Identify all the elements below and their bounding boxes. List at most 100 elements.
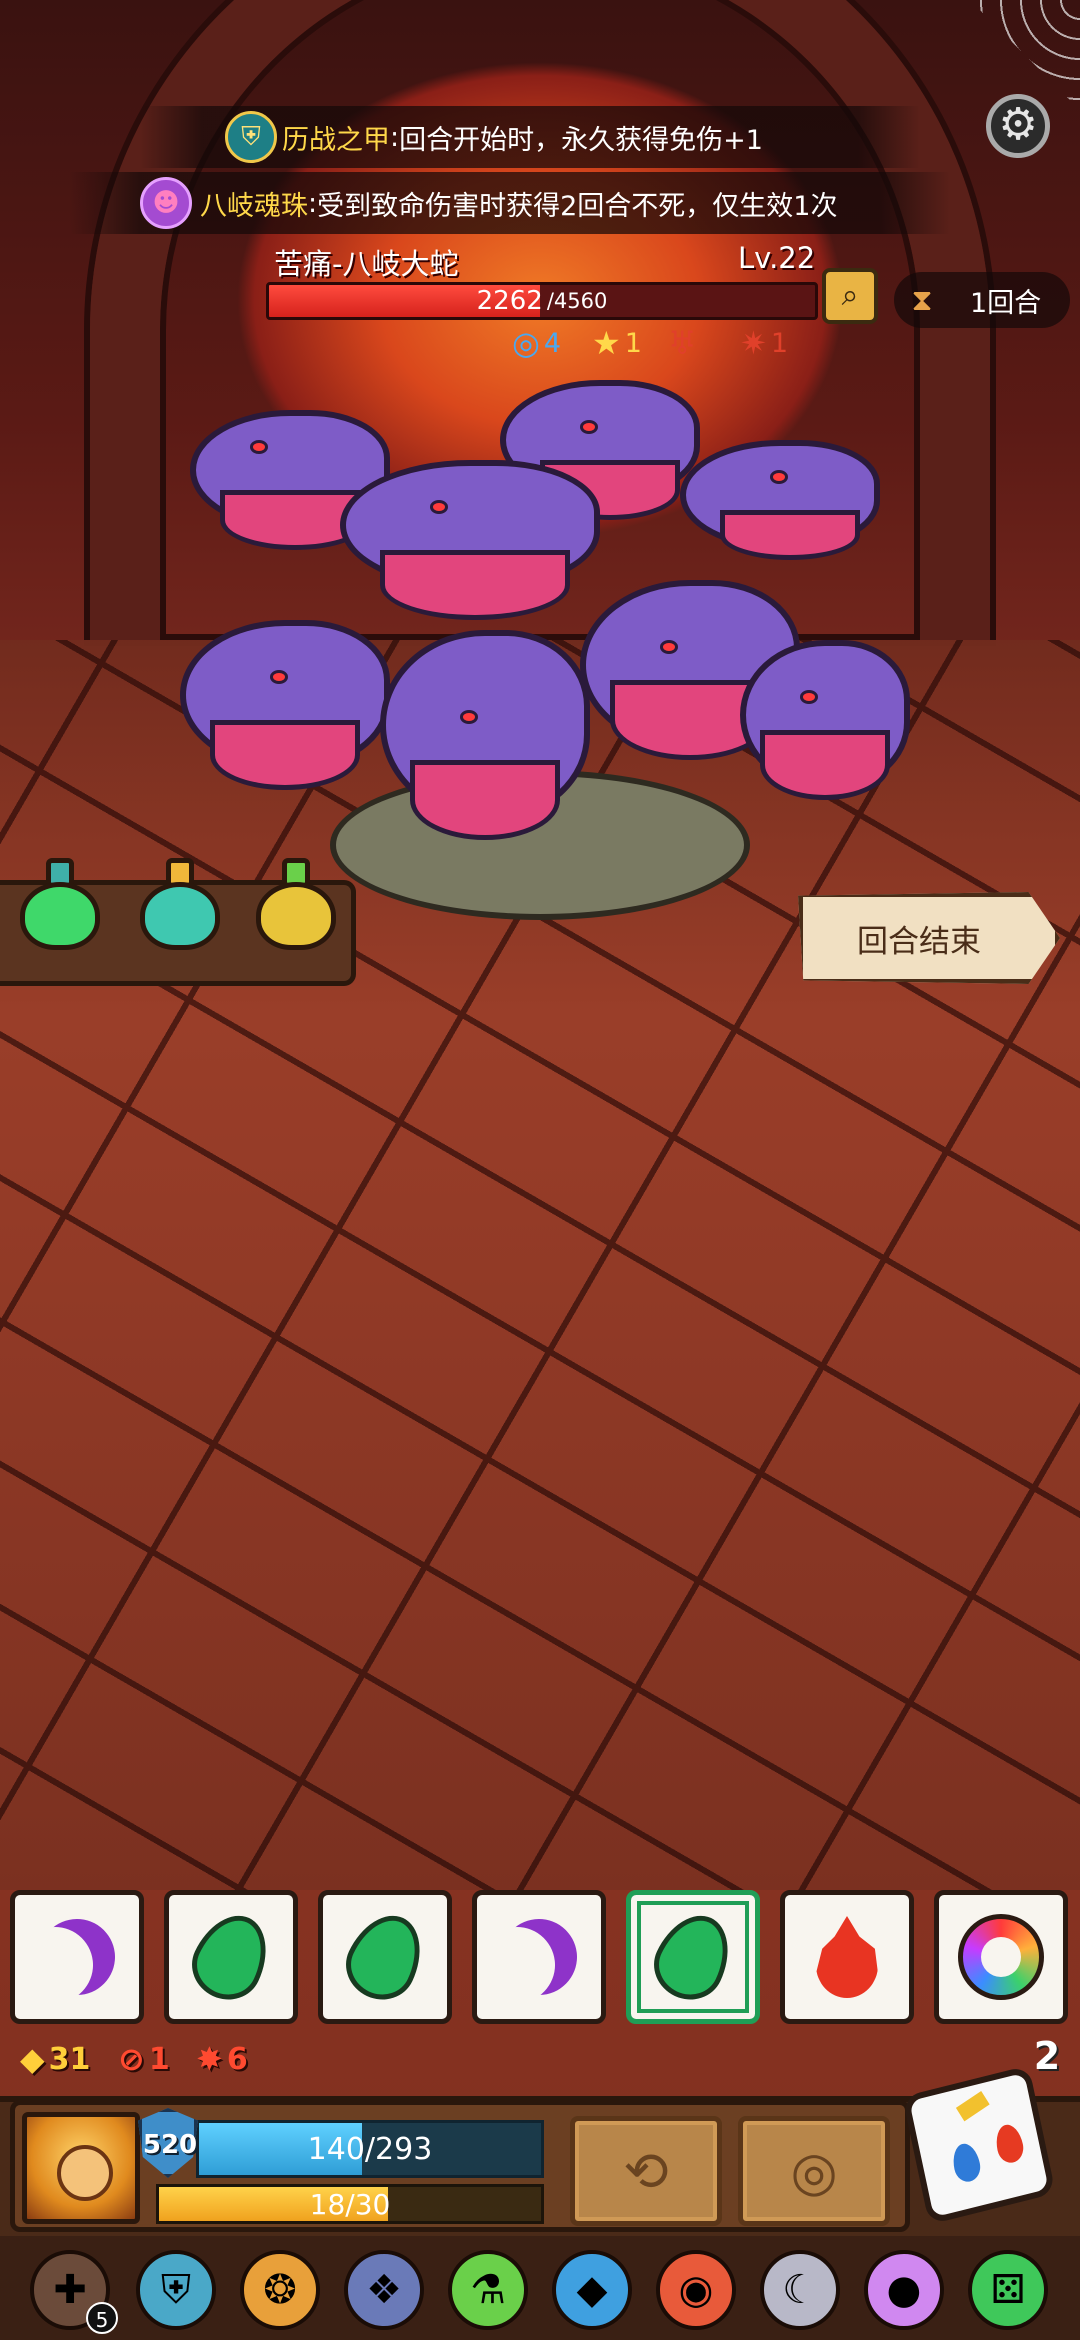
moon-icon	[23, 1903, 130, 2010]
player-hp-text: 140/293	[307, 2131, 433, 2167]
resource-value: 1	[148, 2041, 170, 2077]
sword-ring-icon: ⊘	[118, 2040, 145, 2078]
hydra-mouth	[720, 510, 860, 560]
diamond-icon: ◆	[20, 2040, 45, 2078]
player-energy-text: 18/30	[309, 2187, 391, 2221]
player-portrait[interactable]	[22, 2112, 140, 2224]
die-leaf-selected[interactable]	[626, 1890, 760, 2024]
potion-yellow-pot[interactable]	[250, 858, 342, 958]
hydra-eye	[580, 420, 598, 434]
hydra-eye	[270, 670, 288, 684]
boss-stat-claw[interactable]: ♅	[668, 324, 701, 362]
potion-body	[20, 882, 100, 950]
boss-hydra[interactable]	[180, 380, 920, 940]
buff-desc: 回合开始时，永久获得免伤+1	[399, 124, 763, 156]
relic-glyph: ✚	[53, 2267, 87, 2313]
die-swirl[interactable]	[934, 1890, 1068, 2024]
boss-stat-value: 1	[770, 327, 788, 359]
hydra-mouth	[210, 720, 360, 790]
hydra-mouth	[760, 730, 890, 800]
hydra-orb-icon: ☻	[140, 177, 192, 229]
vortex-skill-button[interactable]: ◎	[738, 2116, 890, 2226]
boss-stat-rage[interactable]: ✷ 1	[740, 324, 788, 362]
armor-badge-icon: ⛨	[225, 111, 277, 163]
relic-glyph: ⚄	[990, 2267, 1026, 2313]
relic-glyph: ⚗	[470, 2267, 506, 2313]
hourglass-icon: ⧗	[911, 282, 933, 318]
resource-diamond: ◆ 31	[20, 2040, 90, 2078]
round-label: 1回合	[970, 287, 1042, 319]
blade-relic-icon[interactable]: ☾	[760, 2250, 840, 2330]
dice-remaining: 2	[1033, 2034, 1061, 2078]
boss-info-magnifier-icon[interactable]: ⌕	[822, 268, 878, 324]
hydra-mouth	[410, 760, 560, 840]
vortex-icon: ◎	[790, 2139, 838, 2203]
boss-stat-value: 4	[543, 327, 562, 359]
hydra-eye	[660, 640, 678, 654]
target-relic-icon[interactable]: ◉	[656, 2250, 736, 2330]
hydra-eye	[770, 470, 788, 484]
buff-separator: :	[308, 187, 318, 219]
potion-green-flask[interactable]	[14, 858, 106, 958]
boss-hp-max: /4560	[546, 289, 608, 313]
player-hp-bar: 140/293	[196, 2120, 544, 2178]
leaf-icon	[335, 1903, 435, 2011]
die-fire[interactable]	[780, 1890, 914, 2024]
player-energy-bar: 18/30	[156, 2184, 544, 2224]
hydra-mouth	[380, 550, 570, 620]
resource-value: 31	[48, 2041, 91, 2077]
die-moon[interactable]	[10, 1890, 144, 2024]
relic-glyph: ☾	[782, 2267, 818, 2313]
star-burst-icon: ★	[592, 324, 621, 362]
orb-relic-icon[interactable]: ●	[864, 2250, 944, 2330]
buff-banner-armor[interactable]: ⛨ 历战之甲 : 回合开始时，永久获得免伤+1	[140, 106, 920, 168]
relic-count-badge: 5	[86, 2302, 118, 2334]
potion-teal-pot[interactable]	[134, 858, 226, 958]
leaf-icon	[181, 1903, 281, 2011]
resource-sword: ⊘ 1	[118, 2040, 170, 2078]
water-drop-icon	[949, 2140, 983, 2185]
armor-relic-icon[interactable]: ⛨	[136, 2250, 216, 2330]
hydra-eye	[460, 710, 478, 724]
horn-relic-icon[interactable]: ❖	[344, 2250, 424, 2330]
potion-relic-icon[interactable]: ⚗	[448, 2250, 528, 2330]
relic-glyph: ❖	[366, 2267, 402, 2313]
rainbow-swirl-icon	[958, 1914, 1044, 2000]
buff-desc: 受到致命伤害时获得2回合不死，仅生效1次	[317, 190, 838, 222]
resource-value: 6	[226, 2041, 248, 2077]
boss-stat-shield[interactable]: ◎ 4	[512, 324, 561, 362]
reroll-skill-button[interactable]: ⟲	[570, 2116, 722, 2226]
rage-icon: ✷	[740, 324, 767, 362]
claw-icon: ♅	[668, 324, 697, 362]
shield-swirl-icon: ◎	[512, 324, 540, 362]
buff-separator: :	[390, 121, 400, 153]
settings-gear-icon[interactable]: ⚙	[986, 94, 1050, 158]
relic-glyph: ◉	[678, 2267, 714, 2313]
relic-glyph: ◆	[576, 2267, 608, 2313]
moon-icon	[485, 1903, 592, 2010]
boss-stat-star[interactable]: ★ 1	[592, 324, 642, 362]
die-leaf[interactable]	[164, 1890, 298, 2024]
boss-hp-current: 2262	[476, 286, 543, 316]
resource-burst: ✸ 6	[196, 2040, 248, 2078]
reroll-icon: ⟲	[623, 2139, 669, 2203]
die-moon[interactable]	[472, 1890, 606, 2024]
yellow-gem-icon	[955, 2090, 990, 2122]
die-leaf[interactable]	[318, 1890, 452, 2024]
end-turn-button[interactable]: 回合结束	[798, 892, 1060, 984]
crystal-relic-icon[interactable]: ◆	[552, 2250, 632, 2330]
burst-icon: ✸	[196, 2040, 223, 2078]
boss-name: 苦痛-八岐大蛇	[274, 247, 459, 281]
potion-body	[256, 882, 336, 950]
relic-glyph: ❂	[263, 2267, 297, 2313]
hero-face-icon	[57, 2145, 113, 2201]
relic-glyph: ●	[886, 2267, 922, 2313]
boss-hp-bar: 2262 /4560	[266, 282, 818, 320]
hydra-eye	[430, 500, 448, 514]
fire-icon	[816, 1916, 878, 1998]
mushroom-relic-icon[interactable]: ❂	[240, 2250, 320, 2330]
hydra-eye	[250, 440, 268, 454]
buff-banner-orb[interactable]: ☻ 八岐魂珠 : 受到致命伤害时获得2回合不死，仅生效1次	[70, 172, 950, 234]
buff-name: 历战之甲	[282, 124, 390, 156]
green-die-relic-icon[interactable]: ⚄	[968, 2250, 1048, 2330]
